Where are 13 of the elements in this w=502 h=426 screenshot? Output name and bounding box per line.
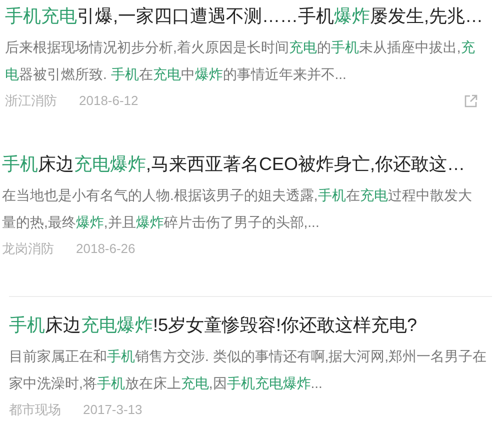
result-title[interactable]: 手机床边充电爆炸,马来西亚著名CEO被炸身亡,你还敢这… (2, 152, 466, 176)
publish-date: 2018-6-12 (79, 92, 138, 110)
result-snippet: 后来根据现场情况初步分析,着火原因是长时间充电的手机未从插座中拔出,充 电器被引燃所致. 手机在充电中爆炸的事情近年来并不... (5, 38, 475, 84)
result-title[interactable]: 手机床边充电爆炸!5岁女童惨毁容!你还敢这样充电? (9, 313, 418, 337)
publish-date: 2017-3-13 (83, 401, 142, 420)
publish-date: 2018-6-26 (76, 240, 136, 258)
share-icon[interactable] (464, 94, 478, 108)
result-snippet: 目前家属正在和手机销售方交涉. 类似的事情还有啊,据大河网,郑州一名男子在 家中洗澡时,将手机放在床上充电,因手机充电爆炸... (9, 347, 487, 393)
source-name: 浙江消防 (5, 92, 57, 110)
result-snippet: 在当地也是小有名气的人物.根据该男子的姐夫透露,手机在充电过程中散发大 量的热,最终爆炸,并且爆炸碎片击伤了男子的头部,... (2, 186, 472, 232)
source-name: 龙岗消防 (2, 240, 54, 258)
source-name: 都市现场 (9, 401, 61, 420)
result-title[interactable]: 手机充电引爆,一家四口遭遇不测……手机爆炸屡发生,先兆… (5, 4, 484, 28)
